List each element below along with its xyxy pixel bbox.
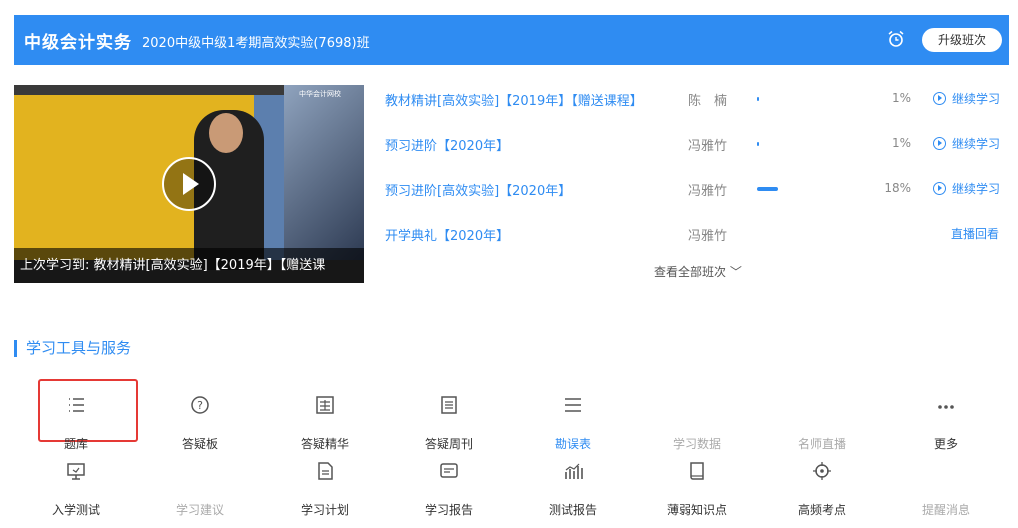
tool-entrance-test[interactable]: 入学测试 bbox=[26, 461, 126, 521]
list-icon bbox=[69, 398, 84, 412]
plan-icon bbox=[318, 462, 333, 480]
monitor-icon bbox=[67, 463, 85, 480]
last-study-caption[interactable]: 上次学习到: 教材精讲[高效实验]【2019年】【赠送课 bbox=[14, 248, 364, 283]
tool-reminders[interactable]: 提醒消息 bbox=[896, 461, 996, 521]
course-name[interactable]: 预习进阶[高效实验]【2020年】 bbox=[385, 180, 571, 199]
tool-study-report[interactable]: 学习报告 bbox=[399, 461, 499, 521]
report-icon bbox=[440, 463, 458, 478]
svg-text:?: ? bbox=[197, 399, 203, 412]
section-title: 学习工具与服务 bbox=[14, 340, 131, 357]
course-teacher: 陈 楠 bbox=[688, 94, 728, 109]
more-icon bbox=[938, 405, 954, 409]
progress-bar bbox=[757, 97, 872, 101]
doc-icon bbox=[441, 396, 457, 414]
chart-icon bbox=[565, 463, 583, 479]
play-circle-icon bbox=[933, 92, 946, 105]
course-name[interactable]: 开学典礼【2020年】 bbox=[385, 225, 509, 244]
video-frame-bg bbox=[284, 85, 364, 260]
continue-study-link[interactable]: 继续学习 bbox=[933, 90, 1000, 107]
tool-hot-topics[interactable]: 高频考点 bbox=[772, 461, 872, 521]
lecturer-head bbox=[209, 113, 243, 153]
book-icon bbox=[690, 462, 704, 480]
course-teacher: 冯雅竹 bbox=[688, 229, 728, 244]
progress-percent: 18% bbox=[884, 181, 911, 195]
live-replay-link[interactable]: 直播回看 bbox=[951, 225, 999, 242]
tool-study-advice[interactable]: 学习建议 bbox=[150, 461, 250, 521]
course-teacher: 冯雅竹 bbox=[688, 184, 728, 199]
upgrade-class-button[interactable]: 升级班次 bbox=[922, 28, 1002, 52]
course-header: 中级会计实务 2020中级中级1考期高效实验(7698)班 升级班次 bbox=[14, 15, 1009, 65]
subject-title: 中级会计实务 bbox=[24, 33, 132, 53]
target-icon bbox=[813, 462, 831, 480]
tool-weak-points[interactable]: 薄弱知识点 bbox=[647, 461, 747, 521]
course-row[interactable]: 开学典礼【2020年】 冯雅竹 直播回看 bbox=[385, 217, 1010, 247]
progress-bar bbox=[757, 187, 872, 191]
continue-study-link[interactable]: 继续学习 bbox=[933, 135, 1000, 152]
tool-study-data[interactable]: 学习数据 bbox=[647, 395, 747, 455]
course-name[interactable]: 预习进阶【2020年】 bbox=[385, 135, 509, 154]
tool-study-plan[interactable]: 学习计划 bbox=[275, 461, 375, 521]
play-icon[interactable] bbox=[162, 157, 216, 211]
tool-qa-weekly[interactable]: 答疑周刊 bbox=[399, 395, 499, 455]
video-logo: 中华会计网校 bbox=[299, 90, 341, 98]
tool-errata[interactable]: 勘误表 bbox=[523, 395, 623, 455]
view-all-classes-link[interactable]: 查看全部班次 ﹀ bbox=[654, 263, 742, 280]
progress-percent: 1% bbox=[891, 136, 911, 150]
jing-icon bbox=[316, 396, 334, 414]
tool-qa-board[interactable]: ? 答疑板 bbox=[150, 395, 250, 455]
progress-bar bbox=[757, 142, 872, 146]
class-name: 2020中级中级1考期高效实验(7698)班 bbox=[142, 36, 370, 51]
tool-more[interactable]: 更多 bbox=[896, 395, 996, 455]
continue-study-link[interactable]: 继续学习 bbox=[933, 180, 1000, 197]
video-player[interactable]: 中华会计网校 上次学习到: 教材精讲[高效实验]【2019年】【赠送课 bbox=[14, 85, 364, 283]
tool-test-report[interactable]: 测试报告 bbox=[523, 461, 623, 521]
course-row[interactable]: 预习进阶【2020年】 冯雅竹 1% 继续学习 bbox=[385, 127, 1010, 157]
question-icon: ? bbox=[191, 396, 209, 414]
tool-question-bank[interactable]: 题库 bbox=[26, 395, 126, 455]
course-name[interactable]: 教材精讲[高效实验]【2019年】【赠送课程】 bbox=[385, 90, 643, 109]
play-circle-icon bbox=[933, 137, 946, 150]
play-circle-icon bbox=[933, 182, 946, 195]
course-teacher: 冯雅竹 bbox=[688, 139, 728, 154]
alarm-clock-icon[interactable] bbox=[887, 30, 905, 48]
menu-icon bbox=[565, 398, 581, 412]
tool-qa-essence[interactable]: 答疑精华 bbox=[275, 395, 375, 455]
progress-percent: 1% bbox=[891, 91, 911, 105]
tool-live-teacher[interactable]: 名师直播 bbox=[772, 395, 872, 455]
course-row[interactable]: 预习进阶[高效实验]【2020年】 冯雅竹 18% 继续学习 bbox=[385, 172, 1010, 202]
course-row[interactable]: 教材精讲[高效实验]【2019年】【赠送课程】 陈 楠 1% 继续学习 bbox=[385, 82, 1010, 112]
